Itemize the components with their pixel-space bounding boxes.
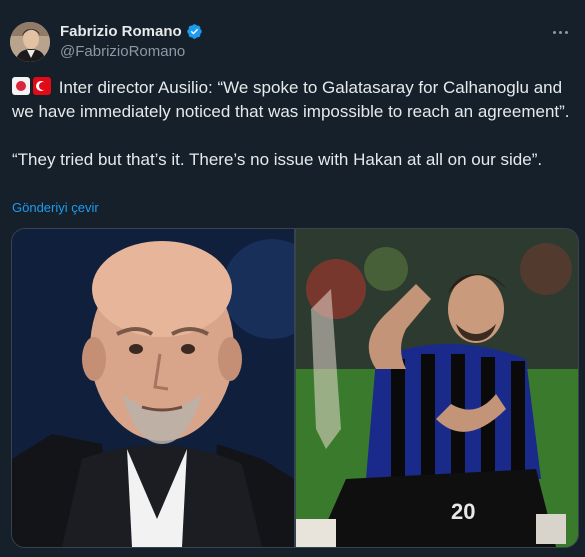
author-handle[interactable]: @FabrizioRomano bbox=[60, 43, 185, 60]
more-options-icon[interactable] bbox=[547, 22, 573, 42]
tweet-line-2: “They tried but that’s it. There’s no is… bbox=[12, 150, 543, 169]
calhanoglu-celebration-photo[interactable]: 20 bbox=[296, 229, 578, 547]
tweet-text: Inter director Ausilio: “We spoke to Gal… bbox=[12, 76, 572, 172]
media-grid[interactable]: 20 bbox=[11, 228, 579, 548]
avatar-portrait-icon bbox=[10, 22, 50, 62]
translate-post-link[interactable]: Gönderiyi çevir bbox=[12, 200, 99, 215]
svg-text:20: 20 bbox=[451, 499, 475, 524]
tweet-card[interactable]: Fabrizio Romano @FabrizioRomano Inter di… bbox=[0, 0, 585, 557]
author-display-name[interactable]: Fabrizio Romano bbox=[60, 23, 182, 40]
japan-flag-icon bbox=[12, 77, 30, 95]
player-celebration-icon: 20 bbox=[296, 229, 578, 547]
tweet-line-1: Inter director Ausilio: “We spoke to Gal… bbox=[12, 78, 570, 121]
author-avatar[interactable] bbox=[10, 22, 50, 62]
ausilio-photo[interactable] bbox=[12, 229, 294, 547]
turkey-flag-icon bbox=[33, 77, 51, 95]
man-portrait-icon bbox=[12, 229, 294, 547]
verified-badge-icon bbox=[186, 24, 202, 39]
